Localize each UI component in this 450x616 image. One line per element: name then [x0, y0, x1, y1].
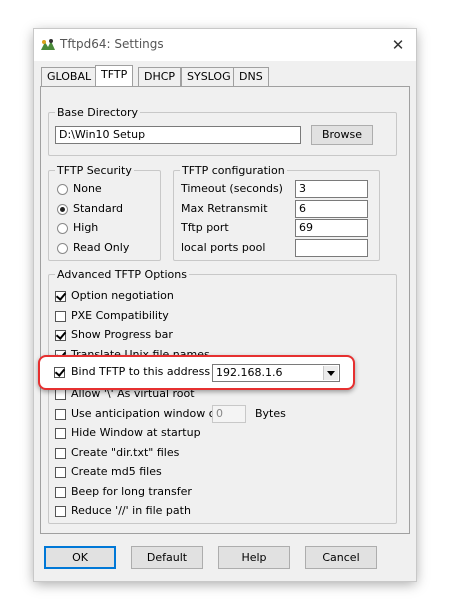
checkbox-hide-window-at-startup[interactable] [55, 428, 66, 439]
radio-label-none: None [73, 182, 102, 195]
radio-label-high: High [73, 221, 99, 234]
tab-syslog[interactable]: SYSLOG [181, 67, 237, 86]
max-retransmit-input[interactable]: 6 [295, 200, 368, 218]
max-retransmit-label: Max Retransmit [181, 202, 268, 215]
local-ports-pool-input[interactable] [295, 239, 368, 257]
checkbox-anticipation-window[interactable] [55, 409, 66, 420]
create-md5-files-label: Create md5 files [71, 465, 162, 478]
checkbox-option-negotiation[interactable] [55, 291, 66, 302]
tab-tftp[interactable]: TFTP [95, 65, 134, 86]
tftpd64-app-icon [41, 39, 55, 50]
radio-security-none[interactable] [57, 184, 68, 195]
anticipation-window-input[interactable]: 0 [212, 405, 246, 423]
hide-window-at-startup-label: Hide Window at startup [71, 426, 201, 439]
pxe-compatibility-label: PXE Compatibility [71, 309, 169, 322]
tab-dns[interactable]: DNS [233, 67, 269, 86]
tab-dhcp[interactable]: DHCP [138, 67, 182, 86]
bind-address-dropdown[interactable]: 192.168.1.6 [212, 364, 340, 382]
tftp-port-label: Tftp port [181, 221, 229, 234]
window-title: Tftpd64: Settings [60, 37, 164, 51]
checkbox-beep-long-transfer[interactable] [55, 487, 66, 498]
bind-address-value: 192.168.1.6 [216, 366, 283, 379]
local-ports-pool-label: local ports pool [181, 241, 266, 254]
radio-security-high[interactable] [57, 223, 68, 234]
title-bar: Tftpd64: Settings ✕ [34, 29, 416, 61]
tftp-port-input[interactable]: 69 [295, 219, 368, 237]
tftp-security-legend: TFTP Security [57, 164, 132, 177]
browse-button[interactable]: Browse [311, 125, 373, 145]
chevron-down-icon[interactable] [323, 366, 338, 380]
cancel-button[interactable]: Cancel [305, 546, 377, 569]
tftp-tab-panel: Base Directory D:\Win10 Setup Browse TFT… [40, 86, 410, 534]
radio-security-standard[interactable] [57, 204, 68, 215]
base-directory-legend: Base Directory [57, 106, 138, 119]
checkbox-bind-tftp-address[interactable] [54, 367, 65, 378]
base-directory-input[interactable]: D:\Win10 Setup [55, 126, 301, 144]
anticipation-unit-label: Bytes [255, 407, 286, 420]
help-button[interactable]: Help [218, 546, 290, 569]
show-progress-bar-label: Show Progress bar [71, 328, 173, 341]
checkbox-create-md5-files[interactable] [55, 467, 66, 478]
reduce-path-label: Reduce '//' in file path [71, 504, 191, 517]
timeout-input[interactable]: 3 [295, 180, 368, 198]
anticipation-window-label: Use anticipation window of [71, 407, 220, 420]
checkbox-show-progress-bar[interactable] [55, 330, 66, 341]
bind-address-highlight: Bind TFTP to this address 192.168.1.6 [38, 355, 355, 390]
ok-button[interactable]: OK [44, 546, 116, 569]
settings-window: Tftpd64: Settings ✕ GLOBAL TFTP DHCP SYS… [34, 29, 416, 581]
radio-security-read-only[interactable] [57, 243, 68, 254]
radio-label-read-only: Read Only [73, 241, 130, 254]
tab-global[interactable]: GLOBAL [41, 67, 98, 86]
close-icon[interactable]: ✕ [386, 33, 410, 57]
default-button[interactable]: Default [131, 546, 203, 569]
checkbox-create-dir-txt[interactable] [55, 448, 66, 459]
checkbox-pxe-compatibility[interactable] [55, 311, 66, 322]
tftp-configuration-legend: TFTP configuration [182, 164, 285, 177]
checkbox-reduce-path[interactable] [55, 506, 66, 517]
option-negotiation-label: Option negotiation [71, 289, 174, 302]
bind-tftp-address-label: Bind TFTP to this address [71, 365, 211, 378]
beep-long-transfer-label: Beep for long transfer [71, 485, 192, 498]
radio-label-standard: Standard [73, 202, 124, 215]
create-dir-txt-label: Create "dir.txt" files [71, 446, 180, 459]
checkbox-allow-virtual-root[interactable] [55, 389, 66, 400]
advanced-options-legend: Advanced TFTP Options [57, 268, 187, 281]
timeout-label: Timeout (seconds) [181, 182, 283, 195]
